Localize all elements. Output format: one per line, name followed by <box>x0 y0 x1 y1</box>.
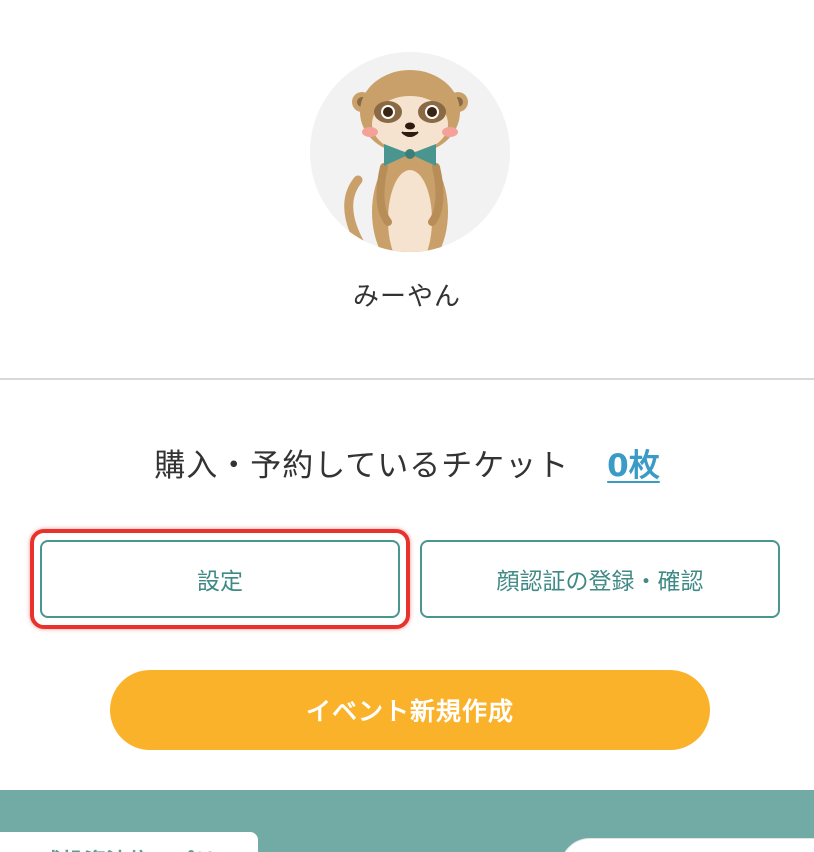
banner-card[interactable]: …式投資法信アプリ <box>0 832 258 852</box>
create-event-button[interactable]: イベント新規作成 <box>110 670 710 750</box>
ticket-label: 購入・予約しているチケット <box>154 448 570 484</box>
profile-page: みーやん 購入・予約しているチケット 0枚 設定 顔認証の登録・確認 イベント新… <box>0 0 814 852</box>
divider <box>0 378 814 380</box>
face-auth-button-label: 顔認証の登録・確認 <box>496 569 704 595</box>
ticket-summary: 購入・予約しているチケット 0枚 <box>0 440 814 485</box>
username: みーやん <box>352 282 461 312</box>
banner-pill[interactable] <box>560 838 814 852</box>
footer-banner: …式投資法信アプリ <box>0 790 814 852</box>
avatar <box>310 52 510 252</box>
create-event-button-label: イベント新規作成 <box>305 697 514 726</box>
banner-card-text: …式投資法信アプリ <box>18 844 216 852</box>
ticket-count-link[interactable]: 0枚 <box>607 448 660 484</box>
face-auth-button[interactable]: 顔認証の登録・確認 <box>420 540 780 618</box>
meerkat-avatar-icon <box>344 70 468 252</box>
settings-highlight-ring <box>30 529 410 629</box>
